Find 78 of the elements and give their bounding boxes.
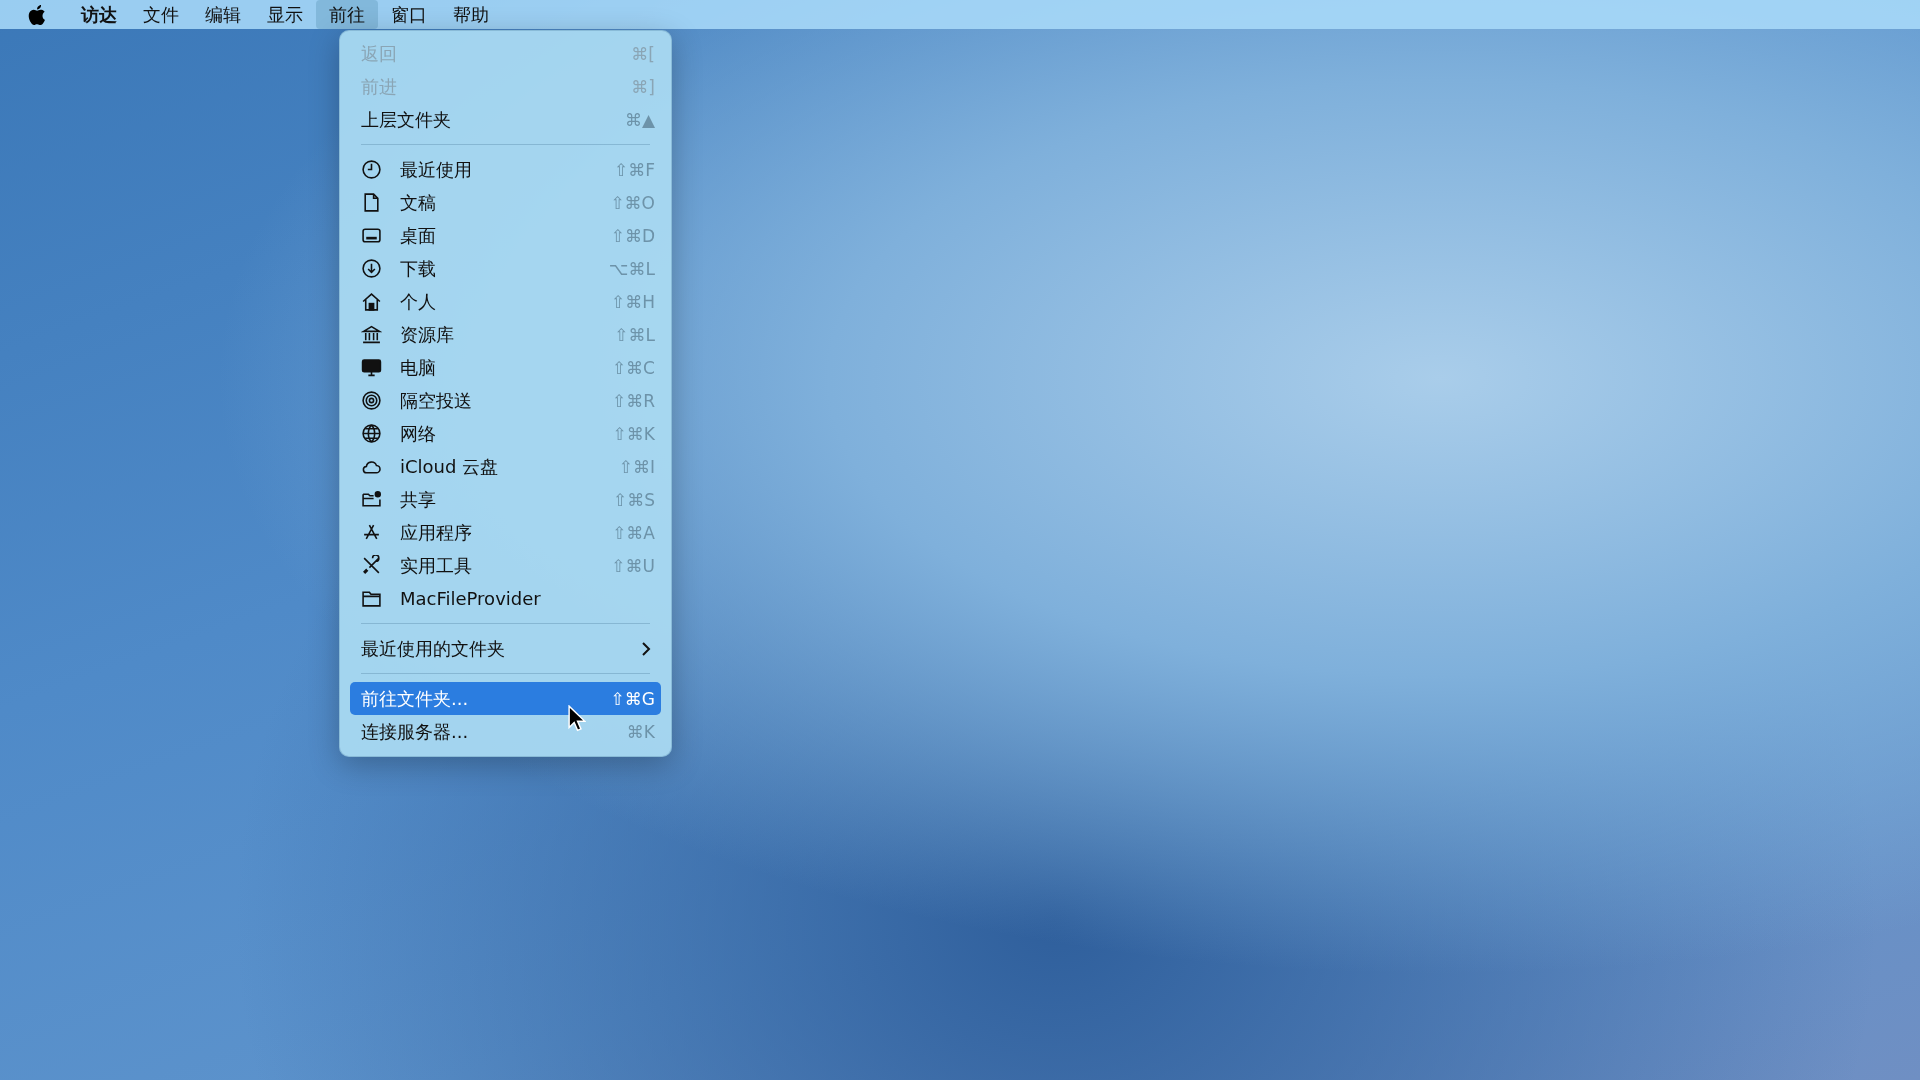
menu-item-label: 共享 (400, 487, 437, 512)
menu-item[interactable]: 桌面 ⇧⌘D (350, 219, 661, 252)
menu-item-label: 最近使用的文件夹 (361, 636, 506, 661)
keyboard-shortcut: ⇧⌘H (610, 291, 655, 312)
menu-bar-item[interactable]: 访达 (68, 0, 130, 29)
menu-item-label: 桌面 (400, 223, 437, 248)
menu-item-label: 前进 (361, 74, 398, 99)
pointer-cursor-icon (568, 705, 586, 732)
keyboard-shortcut: ⇧⌘U (611, 555, 655, 576)
menu-item[interactable]: 网络 ⇧⌘K (350, 417, 661, 450)
keyboard-shortcut: ⇧⌘K (612, 423, 655, 444)
airdrop-icon (361, 390, 382, 411)
tools-icon (361, 555, 382, 576)
menu-item-label: 最近使用 (400, 157, 473, 182)
keyboard-shortcut: ⌘] (631, 76, 655, 97)
monitor-icon (361, 357, 382, 378)
menu-item-label: iCloud 云盘 (400, 454, 500, 479)
menu-item-label: 连接服务器... (361, 719, 470, 744)
menu-item-label: 隔空投送 (400, 388, 473, 413)
menu-item[interactable]: 前往文件夹... ⇧⌘G (350, 682, 661, 715)
shared-folder-icon (361, 489, 382, 510)
menu-item-label: 前往文件夹... (361, 686, 470, 711)
menu-item[interactable]: 电脑 ⇧⌘C (350, 351, 661, 384)
menu-item[interactable]: 文稿 ⇧⌘O (350, 186, 661, 219)
keyboard-shortcut: ⇧⌘S (612, 489, 655, 510)
menu-bar-item[interactable]: 前往 (316, 0, 378, 29)
menu-item-label: 文稿 (400, 190, 437, 215)
menu-item[interactable]: 最近使用的文件夹 (350, 632, 661, 665)
menu-item-label: 上层文件夹 (361, 107, 452, 132)
keyboard-shortcut: ⌘▲ (624, 109, 655, 130)
menu-item[interactable]: 个人 ⇧⌘H (350, 285, 661, 318)
chevron-right-icon (641, 640, 651, 657)
menu-item-label: 下载 (400, 256, 437, 281)
menu-item[interactable]: 共享 ⇧⌘S (350, 483, 661, 516)
menu-bar-item[interactable]: 窗口 (378, 0, 440, 29)
menu-item[interactable]: 隔空投送 ⇧⌘R (350, 384, 661, 417)
keyboard-shortcut: ⇧⌘F (613, 159, 655, 180)
menu-item[interactable]: iCloud 云盘 ⇧⌘I (350, 450, 661, 483)
keyboard-shortcut: ⇧⌘I (618, 456, 655, 477)
keyboard-shortcut: ⌥⌘L (608, 258, 655, 279)
building-icon (361, 324, 382, 345)
house-icon (361, 291, 382, 312)
menu-item[interactable]: MacFileProvider (350, 582, 661, 615)
menu-item[interactable]: 实用工具 ⇧⌘U (350, 549, 661, 582)
menu-item-label: MacFileProvider (400, 588, 542, 609)
menu-item-label: 返回 (361, 41, 398, 66)
menu-item-label: 电脑 (400, 355, 437, 380)
keyboard-shortcut: ⌘K (626, 721, 655, 742)
folder-icon (361, 588, 382, 609)
keyboard-shortcut: ⇧⌘O (610, 192, 655, 213)
clock-icon (361, 159, 382, 180)
menu-item-label: 实用工具 (400, 553, 473, 578)
menu-item[interactable]: 资源库 ⇧⌘L (350, 318, 661, 351)
keyboard-shortcut: ⇧⌘D (610, 225, 655, 246)
menu-item-label: 网络 (400, 421, 437, 446)
menu-item-label: 资源库 (400, 322, 455, 347)
keyboard-shortcut: ⇧⌘L (614, 324, 655, 345)
menu-item[interactable]: 应用程序 ⇧⌘A (350, 516, 661, 549)
keyboard-shortcut: ⇧⌘R (611, 390, 655, 411)
menu-item-label: 个人 (400, 289, 437, 314)
menu-item[interactable]: 下载 ⌥⌘L (350, 252, 661, 285)
menu-item[interactable]: 上层文件夹 ⌘▲ (350, 103, 661, 136)
apple-logo-icon[interactable] (26, 2, 46, 27)
keyboard-shortcut: ⇧⌘G (610, 688, 655, 709)
menu-item[interactable]: 连接服务器... ⌘K (350, 715, 661, 748)
download-icon (361, 258, 382, 279)
menu-bar-item[interactable]: 显示 (254, 0, 316, 29)
menu-item[interactable]: 最近使用 ⇧⌘F (350, 153, 661, 186)
menu-bar-item[interactable]: 文件 (130, 0, 192, 29)
menu-bar-item[interactable]: 帮助 (440, 0, 502, 29)
document-icon (361, 192, 382, 213)
desktop-icon (361, 225, 382, 246)
menu-item-label: 应用程序 (400, 520, 473, 545)
menu-bar-item[interactable]: 编辑 (192, 0, 254, 29)
keyboard-shortcut: ⌘[ (631, 43, 655, 64)
keyboard-shortcut: ⇧⌘A (612, 522, 655, 543)
globe-icon (361, 423, 382, 444)
keyboard-shortcut: ⇧⌘C (611, 357, 655, 378)
